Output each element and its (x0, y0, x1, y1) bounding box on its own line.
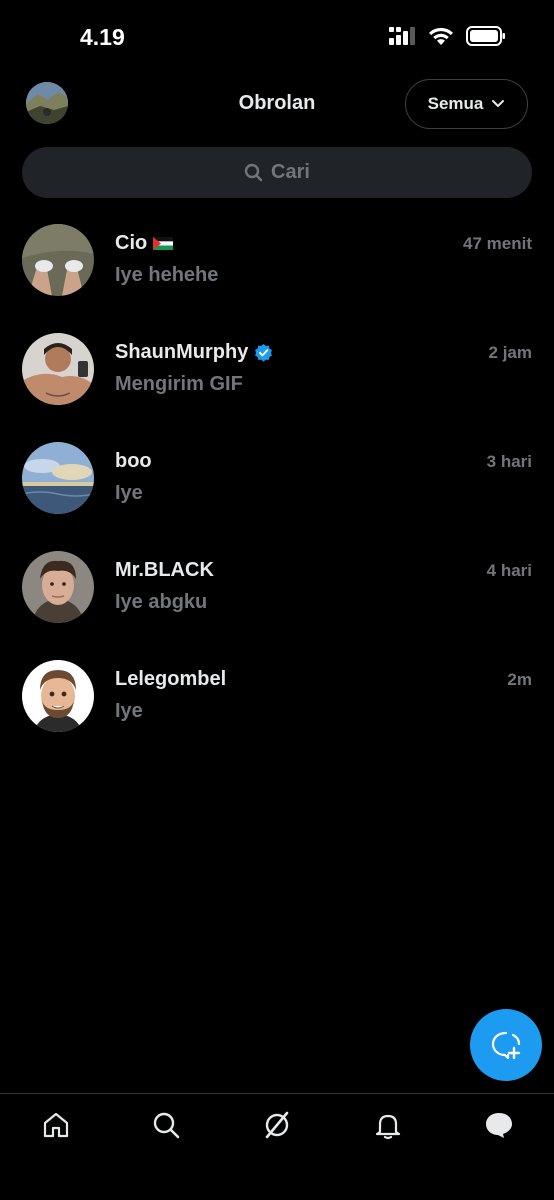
new-message-button[interactable] (470, 1009, 542, 1081)
conversation-time: 4 hari (486, 561, 532, 580)
conversation-name-row: Cio (115, 232, 174, 255)
conversation-list: Cio 47 menit Iye hehehe ShaunMurphy 2 ja… (0, 222, 554, 767)
verified-badge-icon (255, 343, 273, 362)
home-icon[interactable] (41, 1110, 71, 1140)
avatar (22, 333, 94, 405)
filter-dropdown-button[interactable]: Semua (405, 79, 528, 129)
conversation-preview: Iye (115, 482, 143, 504)
status-time: 4.19 (80, 24, 125, 50)
conversation-time: 47 menit (463, 234, 532, 253)
status-icons (389, 26, 506, 46)
search-icon[interactable] (151, 1110, 181, 1140)
filter-label: Semua (427, 94, 484, 113)
conversation-item[interactable]: boo 3 hari Iye (0, 440, 554, 549)
conversation-preview: Iye hehehe (115, 264, 219, 286)
conversation-name: Cio (115, 232, 148, 254)
conversation-preview: Mengirim GIF (115, 373, 243, 395)
conversation-name-row: boo (115, 450, 152, 473)
cellular-signal-icon (389, 27, 415, 45)
conversation-name: ShaunMurphy (115, 341, 249, 363)
battery-icon (466, 26, 505, 46)
conversation-item[interactable]: Cio 47 menit Iye hehehe (0, 222, 554, 331)
chevron-down-icon (492, 100, 505, 107)
conversation-name: Mr.BLACK (115, 559, 214, 581)
notifications-icon[interactable] (373, 1110, 403, 1140)
conversation-item[interactable]: ShaunMurphy 2 jam Mengirim GIF (0, 331, 554, 440)
bottom-nav (0, 1093, 554, 1200)
wifi-icon (429, 27, 453, 45)
conversation-item[interactable]: Lelegombel 2m Iye (0, 658, 554, 767)
conversation-name: boo (115, 450, 152, 472)
avatar (22, 224, 94, 296)
avatar (22, 660, 94, 732)
conversation-preview: Iye abgku (115, 591, 208, 613)
avatar (22, 551, 94, 623)
grok-icon[interactable] (262, 1110, 292, 1140)
conversation-name-row: ShaunMurphy (115, 341, 273, 364)
conversation-name: Lelegombel (115, 668, 227, 690)
conversation-name-row: Mr.BLACK (115, 559, 214, 582)
search-icon (244, 163, 263, 182)
palestine-flag-icon (153, 237, 174, 250)
status-bar: 4.19 (0, 0, 554, 72)
chat-list-screen: 4.19 Obrolan Semua Cari Cio 47 menit Iye… (0, 0, 554, 1200)
search-placeholder: Cari (271, 161, 310, 183)
new-message-icon (491, 1031, 521, 1060)
header: Obrolan Semua (0, 76, 554, 136)
conversation-time: 2m (507, 670, 532, 689)
messages-icon[interactable] (484, 1110, 514, 1140)
conversation-preview: Iye (115, 700, 143, 722)
conversation-time: 2 jam (488, 343, 532, 362)
conversation-item[interactable]: Mr.BLACK 4 hari Iye abgku (0, 549, 554, 658)
avatar (22, 442, 94, 514)
conversation-time: 3 hari (486, 452, 532, 471)
conversation-name-row: Lelegombel (115, 668, 226, 691)
search-bar[interactable]: Cari (22, 147, 532, 198)
